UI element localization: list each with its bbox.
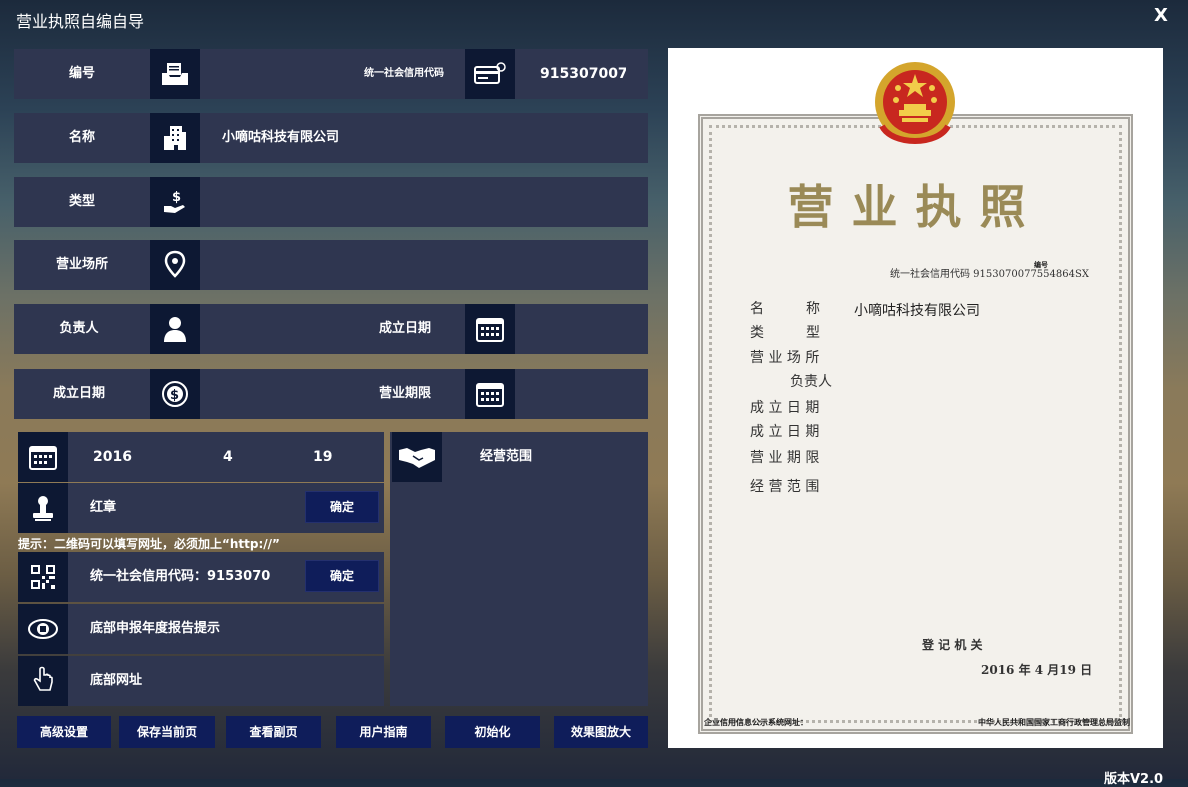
card-icon	[465, 49, 515, 99]
founded-label: 成立日期	[52, 386, 105, 401]
url-row: 底部网址	[18, 656, 384, 706]
cert-field-label: 类 型	[750, 325, 820, 341]
date-row: 2016 4 19	[18, 432, 384, 482]
credit-code-label: 统一社会信用代码	[364, 68, 444, 79]
certificate-preview: 营业执照 编号 统一社会信用代码 9153070077554864SX 名 称 …	[668, 48, 1163, 748]
version-label: 版本V2.0	[1104, 772, 1164, 787]
calendar-icon	[465, 369, 515, 419]
qr-row: 统一社会信用代码：9153070 确定	[18, 552, 384, 602]
name-row: 名称 小嘀咕科技有限公司	[14, 113, 648, 163]
scope-panel: 经营范围	[390, 432, 648, 706]
period-label: 营业期限	[378, 386, 431, 401]
address-value[interactable]	[222, 240, 642, 290]
address-row: 营业场所	[14, 240, 648, 290]
dollar-coin-icon: $	[150, 369, 200, 419]
cert-field-label: 成 立 日 期	[750, 424, 820, 440]
cert-field-value: 小嘀咕科技有限公司	[854, 303, 980, 319]
url-label[interactable]: 底部网址	[90, 656, 142, 706]
svg-text:$: $	[172, 190, 181, 205]
number-input[interactable]	[200, 49, 364, 101]
owner-date-label: 成立日期	[378, 321, 431, 336]
advanced-settings-button[interactable]: 高级设置	[17, 716, 111, 748]
cert-field-label: 营 业 场 所	[750, 350, 820, 366]
zoom-preview-button[interactable]: 效果图放大	[554, 716, 648, 748]
stamp-row: 红章 确定	[18, 483, 384, 533]
founded-value[interactable]	[222, 369, 342, 419]
title-bar: 营业执照自编自导 X	[0, 0, 1188, 38]
bottom-left-note: 企业信用信息公示系统网址：	[704, 718, 808, 727]
cert-field-label: 经 营 范 围	[750, 479, 820, 495]
number-label: 编号	[68, 66, 95, 81]
scope-label: 经营范围	[480, 449, 533, 464]
location-pin-icon	[150, 240, 200, 290]
bottom-right-note: 中华人民共和国国家工商行政管理总局监制	[978, 718, 1130, 727]
qr-code-input[interactable]: 统一社会信用代码：9153070	[90, 552, 270, 602]
cert-field-label: 名 称	[750, 301, 820, 317]
qr-confirm-button[interactable]: 确定	[305, 560, 379, 592]
registrar-label: 登 记 机 关	[922, 638, 983, 652]
address-label: 营业场所	[55, 257, 108, 272]
tray-icon	[150, 49, 200, 99]
type-label: 类型	[68, 194, 95, 209]
credit-code-value[interactable]: 9153070077	[540, 49, 626, 99]
number-row: 编号 统一社会信用代码 9153070077	[14, 49, 648, 101]
stamp-confirm-button[interactable]: 确定	[305, 491, 379, 523]
report-label[interactable]: 底部申报年度报告提示	[90, 604, 220, 654]
close-button[interactable]: X	[1154, 5, 1168, 26]
calendar-icon	[465, 304, 515, 354]
cert-field-label: 营 业 期 限	[750, 450, 820, 466]
money-hand-icon: $	[150, 177, 200, 227]
pointer-hand-icon	[18, 656, 68, 706]
options-panel: 2016 4 19 红章 确定 统一社会信用代码：9153070 确定 底部申报…	[18, 432, 384, 706]
name-value[interactable]: 小嘀咕科技有限公司	[222, 113, 642, 163]
owner-value[interactable]	[222, 304, 342, 354]
issue-date: 2016 年 4 月19 日	[981, 663, 1093, 677]
qr-code-icon	[18, 552, 68, 602]
founded-row: 成立日期 $ 营业期限	[14, 369, 648, 419]
person-icon	[150, 304, 200, 354]
national-emblem-icon	[872, 56, 958, 150]
cert-field-label: 成 立 日 期	[750, 400, 820, 416]
name-label: 名称	[68, 130, 95, 145]
day-value[interactable]: 19	[313, 432, 332, 482]
calendar-icon	[18, 432, 68, 482]
owner-label: 负责人	[59, 321, 99, 336]
view-copy-button[interactable]: 查看副页	[226, 716, 321, 748]
stamp-label: 红章	[90, 500, 117, 515]
type-row: 类型 $	[14, 177, 648, 227]
scope-input[interactable]	[450, 484, 644, 698]
emblem-icon	[18, 604, 68, 654]
year-value[interactable]: 2016	[93, 432, 132, 482]
cert-field-label: 负责人	[790, 374, 832, 390]
handshake-icon	[392, 432, 442, 482]
save-page-button[interactable]: 保存当前页	[119, 716, 215, 748]
window-title: 营业执照自编自导	[16, 12, 145, 31]
building-icon	[150, 113, 200, 163]
initialize-button[interactable]: 初始化	[445, 716, 540, 748]
report-row: 底部申报年度报告提示	[18, 604, 384, 654]
owner-row: 负责人 成立日期	[14, 304, 648, 354]
user-guide-button[interactable]: 用户指南	[336, 716, 431, 748]
certificate-title: 营业执照	[787, 180, 1044, 234]
svg-text:$: $	[170, 388, 179, 403]
type-value[interactable]	[222, 177, 642, 227]
stamp-icon	[18, 483, 68, 533]
hint-text: 提示：二维码可以填写网址，必须加上“http://”	[18, 537, 280, 551]
certificate-credit-line: 统一社会信用代码 9153070077554864SX	[890, 269, 1089, 280]
month-value[interactable]: 4	[223, 432, 233, 482]
